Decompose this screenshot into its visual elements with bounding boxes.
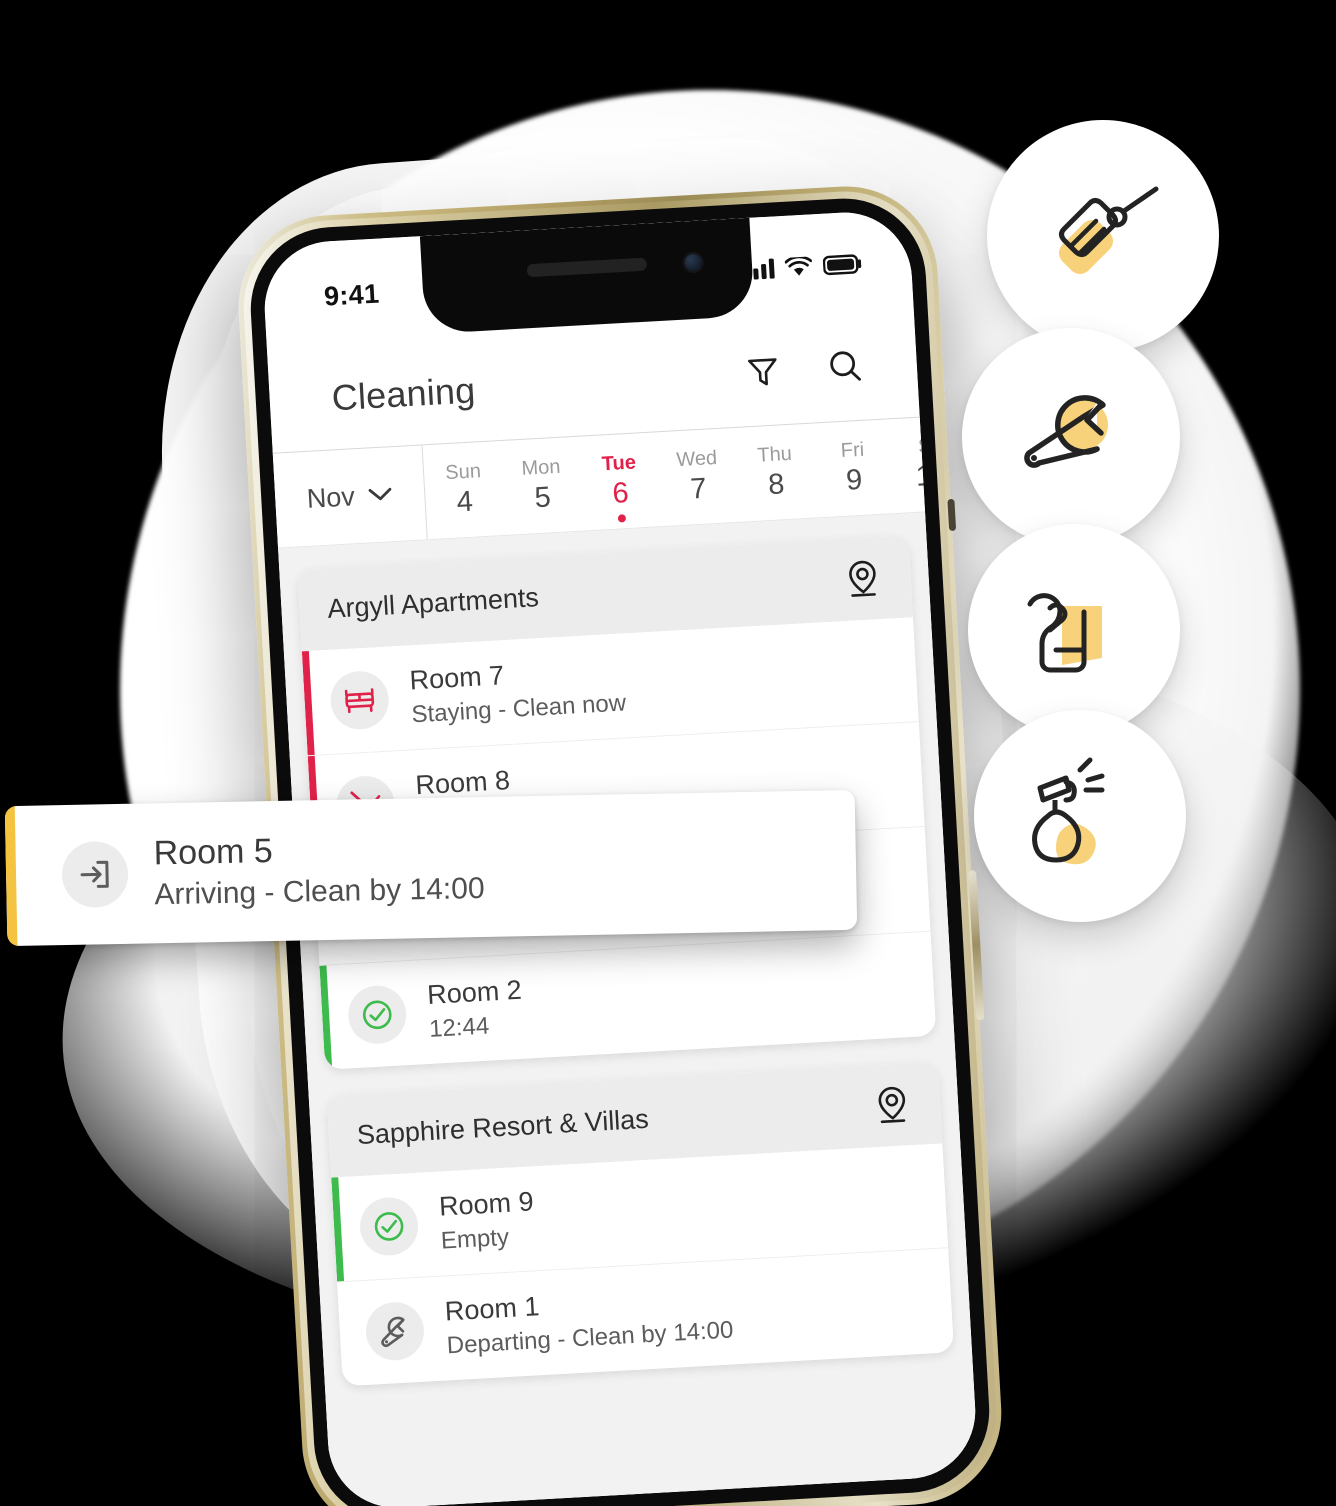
day-cell-7[interactable]: Wed 7 [656,428,739,526]
wrench-icon [364,1300,426,1362]
day-number-label: 8 [767,468,786,502]
filter-icon[interactable] [742,350,784,392]
room-status: Staying - Clean now [410,689,627,729]
day-cell-8[interactable]: Thu 8 [734,424,817,522]
callout-accent-bar [4,805,18,947]
day-cell-6[interactable]: Tue 6 [578,432,661,530]
earpiece-speaker [526,257,648,278]
scene: 9:41 Cleaning Nov Sun 4 Mon 5 Tue 6 Wed … [0,0,1336,1506]
callout-subtitle: Arriving - Clean by 14:00 [154,871,485,912]
room-row-text: Room 9 Empty [438,1186,536,1255]
check-circle-icon [346,984,408,1046]
badge-spray-bottle [974,710,1186,922]
mute-switch[interactable] [947,498,957,532]
day-of-week-label: Fri [840,438,865,463]
location-pin-icon[interactable] [871,1082,913,1128]
status-indicators [745,254,864,281]
room-status: 12:44 [428,1012,490,1043]
wrench-icon [1001,367,1141,507]
wifi-icon [784,256,813,277]
day-number-label: 4 [455,485,474,519]
front-camera [682,251,705,274]
badge-door-hanger [968,524,1180,736]
room-name: Room 2 [426,974,523,1010]
badge-broom [987,120,1219,352]
day-of-week-label: Wed [675,446,718,472]
day-number-label: 9 [845,463,864,497]
month-label: Nov [305,480,356,514]
day-cell-4[interactable]: Sun 4 [423,441,506,539]
day-number-label: 6 [611,476,630,510]
door-hanger-icon [1004,560,1144,700]
today-dot-indicator [617,514,627,523]
day-of-week-label: Mon [520,455,562,480]
room-status: Empty [440,1223,510,1255]
room-status-accent-bar [337,1282,350,1386]
day-of-week-label: Sun [444,460,482,485]
broom-icon [1028,161,1178,311]
badge-wrench [962,328,1180,546]
spray-bottle-icon [1010,746,1150,886]
room-row-text: Room 7 Staying - Clean now [409,653,627,729]
callout-title: Room 5 [153,832,274,873]
room-row-text: Room 1 Departing - Clean by 14:00 [444,1280,734,1360]
day-cell-9[interactable]: Fri 9 [812,419,895,517]
room-name: Room 9 [438,1186,535,1222]
day-number-label: 7 [689,472,708,506]
room-status-accent-bar [319,965,333,1070]
room-name: Room 7 [408,660,505,696]
day-of-week-label: Tue [601,451,637,476]
room-list: Argyll Apartments Room 7 Staying - Clean … [278,512,979,1506]
day-cell-5[interactable]: Mon 5 [500,437,583,535]
month-selector[interactable]: Nov [272,445,428,548]
battery-icon [822,254,864,276]
page-title: Cleaning [330,369,477,419]
property-name: Sapphire Resort & Villas [356,1103,650,1150]
navbar-actions [742,346,866,393]
day-number-label: 5 [533,481,552,515]
day-of-week-label: Thu [756,442,793,467]
arrive-arrow-icon [61,840,129,909]
location-pin-icon[interactable] [841,556,883,602]
room-row-text: Room 2 12:44 [426,975,524,1044]
chevron-down-icon [366,486,393,503]
device-notch [419,217,755,335]
room-status-accent-bar [331,1177,345,1282]
callout-text: Room 5 Arriving - Clean by 14:00 [153,828,485,912]
status-time: 9:41 [323,278,381,312]
property-name: Argyll Apartments [326,581,540,624]
search-icon[interactable] [824,346,866,388]
property-group-card: Sapphire Resort & Villas Room 9 Empty Roo… [326,1061,954,1387]
bed-icon [329,669,391,731]
check-circle-icon [358,1195,420,1258]
room-status-accent-bar [301,651,315,756]
highlighted-room-callout[interactable]: Room 5 Arriving - Clean by 14:00 [4,789,858,947]
